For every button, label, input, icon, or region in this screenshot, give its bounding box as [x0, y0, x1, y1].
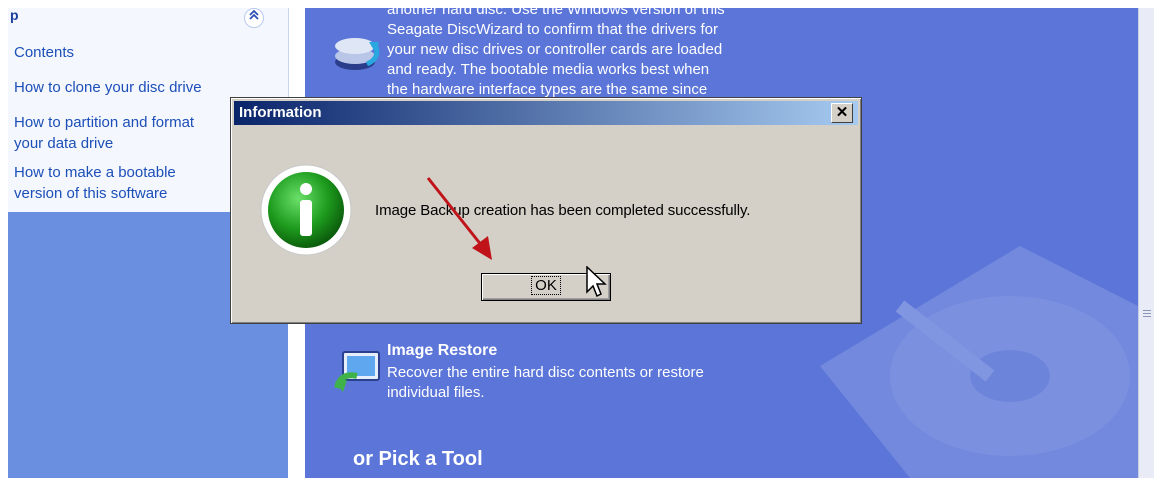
image-restore-icon[interactable] [333, 348, 385, 400]
scrollbar-grip[interactable] [1143, 310, 1151, 320]
help-link-partition[interactable]: How to partition and format [14, 112, 194, 133]
help-panel-header[interactable]: p [8, 7, 288, 38]
collapse-button[interactable] [244, 8, 264, 28]
image-restore-description: Recover the entire hard disc contents or… [387, 363, 807, 403]
dialog-titlebar[interactable]: Information ✕ [234, 101, 858, 125]
close-button[interactable]: ✕ [831, 103, 853, 123]
description-line: and ready. The bootable media works best… [387, 61, 710, 78]
mouse-pointer-icon [586, 266, 607, 298]
description-line: your new disc drives or controller cards… [387, 41, 723, 58]
description-line: individual files. [387, 384, 485, 401]
double-chevron-up-icon [249, 9, 259, 20]
help-link-contents[interactable]: Contents [14, 42, 74, 63]
description-line: another hard disc. Use the Windows versi… [387, 1, 725, 18]
vertical-scrollbar[interactable] [1138, 8, 1154, 478]
help-link-bootable[interactable]: How to make a bootable [14, 162, 176, 183]
help-link-clone-disc[interactable]: How to clone your disc drive [14, 77, 202, 98]
annotation-arrow [426, 177, 492, 260]
ok-button-label: OK [531, 276, 561, 295]
help-link-bootable-cont[interactable]: version of this software [14, 183, 167, 204]
description-line: Recover the entire hard disc contents or… [387, 364, 704, 381]
disc-clone-icon [331, 26, 383, 78]
description-line: Seagate DiscWizard to confirm that the d… [387, 21, 718, 38]
app-window: p Contents How to clone your disc drive … [0, 0, 1154, 490]
information-icon [259, 163, 353, 257]
hard-disk-illustration [820, 246, 1138, 478]
pick-tool-heading: or Pick a Tool [353, 448, 483, 470]
dialog-title: Information [239, 104, 322, 121]
close-icon: ✕ [835, 104, 849, 121]
image-restore-link[interactable]: Image Restore [387, 342, 497, 360]
help-panel-title: p [10, 7, 19, 23]
information-dialog: Information ✕ Image Backup creation has … [230, 97, 862, 324]
help-link-partition-cont[interactable]: your data drive [14, 133, 113, 154]
clone-description: another hard disc. Use the Windows versi… [387, 0, 807, 100]
